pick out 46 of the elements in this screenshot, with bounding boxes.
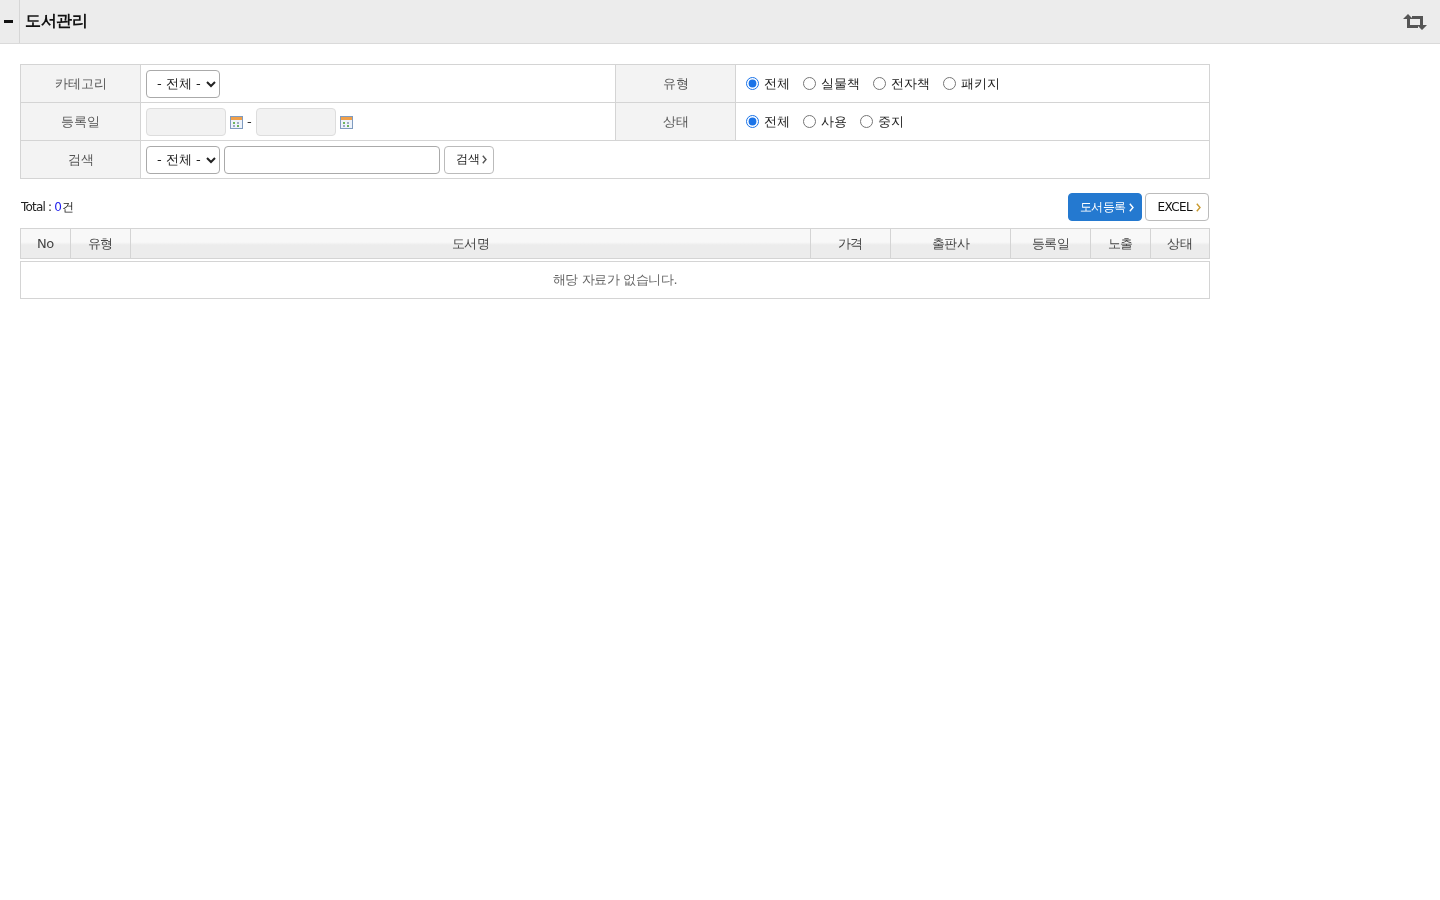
total-count-text: Total : 0건 — [20, 198, 74, 216]
column-header: 가격 — [811, 229, 891, 258]
radio-button[interactable] — [803, 77, 816, 90]
column-header: 상태 — [1151, 229, 1210, 258]
form-label: 검색 — [67, 150, 94, 169]
calendar-icon[interactable] — [339, 116, 353, 129]
search-type-select[interactable]: - 전체 - — [146, 145, 220, 174]
radio-button[interactable] — [943, 77, 956, 90]
column-header: No — [21, 229, 71, 258]
form-label: 카테고리 — [54, 74, 107, 93]
form-label: 상태 — [662, 112, 689, 131]
empty-message: 해당 자료가 없습니다. — [552, 271, 678, 289]
form-label: 유형 — [662, 74, 689, 93]
chevron-icon — [482, 155, 487, 164]
radio-label: 전자책 — [891, 74, 930, 93]
radio-button[interactable] — [873, 77, 886, 90]
minus-icon[interactable] — [3, 20, 13, 23]
range-separator: - — [247, 114, 252, 129]
radio-label: 사용 — [821, 112, 847, 131]
calendar-icon[interactable] — [230, 116, 243, 129]
radio-label: 중지 — [878, 112, 904, 131]
radio-label: 패키지 — [961, 74, 1000, 93]
radio-button[interactable] — [803, 115, 816, 128]
date-input[interactable] — [255, 107, 336, 136]
refresh-icon[interactable] — [1403, 13, 1427, 30]
column-header: 등록일 — [1011, 229, 1091, 258]
radio-button[interactable] — [746, 77, 759, 90]
category-select[interactable]: - 전체 - — [146, 69, 220, 98]
radio-button[interactable] — [746, 115, 759, 128]
radio-label: 전체 — [764, 74, 790, 93]
column-header: 도서명 — [131, 229, 811, 258]
column-header: 노출 — [1091, 229, 1151, 258]
column-header: 출판사 — [891, 229, 1011, 258]
date-input[interactable] — [146, 107, 226, 136]
radio-button[interactable] — [860, 115, 873, 128]
search-field[interactable] — [224, 145, 440, 174]
column-header: 유형 — [71, 229, 131, 258]
radio-label: 전체 — [764, 112, 790, 131]
search-button[interactable]: 검색 — [444, 145, 494, 174]
register-button[interactable]: 도서등록 — [1067, 193, 1143, 221]
form-label: 등록일 — [61, 112, 100, 131]
chevron-icon — [1196, 202, 1201, 212]
page-title: 도서관리 — [25, 11, 87, 32]
export-button[interactable]: EXCEL — [1145, 193, 1209, 221]
radio-label: 실물책 — [821, 74, 860, 93]
chevron-icon — [1129, 202, 1135, 212]
